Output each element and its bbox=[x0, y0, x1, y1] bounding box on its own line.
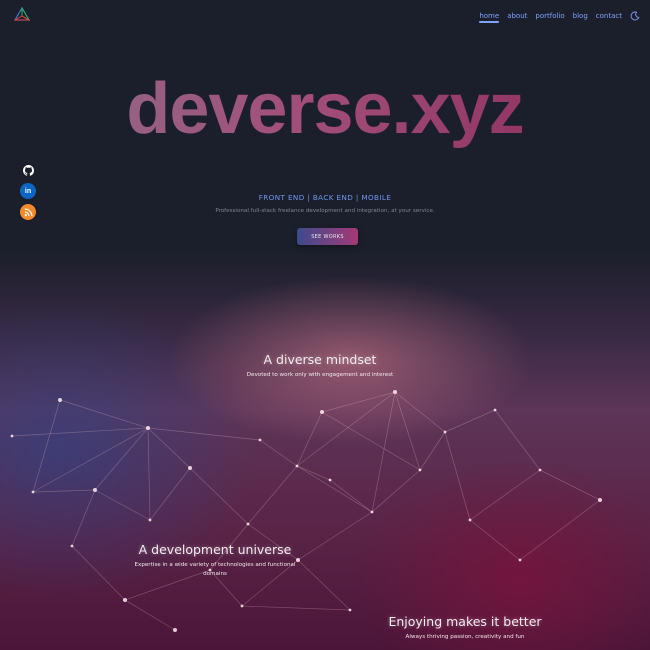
network-node bbox=[31, 490, 35, 494]
network-node bbox=[468, 518, 472, 522]
network-link bbox=[124, 599, 176, 631]
network-link bbox=[419, 431, 446, 471]
network-link bbox=[519, 499, 601, 561]
services-line: FRONT END | BACK END | MOBILE bbox=[258, 193, 392, 202]
nav-about[interactable]: about bbox=[507, 12, 527, 20]
triangle-logo-icon[interactable] bbox=[14, 7, 30, 21]
network-link bbox=[247, 465, 298, 525]
github-mark bbox=[22, 164, 34, 176]
nav-blog[interactable]: blog bbox=[573, 12, 588, 20]
network-link bbox=[296, 411, 323, 467]
nav-portfolio[interactable]: portfolio bbox=[535, 12, 564, 20]
network-node bbox=[123, 598, 127, 602]
network-link bbox=[371, 391, 396, 513]
network-node bbox=[418, 468, 422, 472]
network-link bbox=[394, 391, 421, 471]
network-link bbox=[71, 545, 126, 601]
network-node bbox=[188, 466, 192, 470]
network-link bbox=[444, 409, 496, 433]
feature-title: A diverse mindset bbox=[263, 352, 377, 367]
nav-home[interactable]: home bbox=[479, 12, 499, 23]
feature-title: A development universe bbox=[138, 542, 292, 557]
network-link bbox=[494, 409, 541, 471]
network-node bbox=[146, 426, 150, 430]
network-node bbox=[598, 498, 602, 502]
network-node bbox=[493, 408, 497, 412]
network-link bbox=[469, 469, 541, 521]
network-node bbox=[58, 398, 62, 402]
network-link bbox=[297, 559, 351, 611]
network-node bbox=[443, 430, 447, 434]
network-link bbox=[149, 467, 191, 521]
network-link bbox=[94, 427, 149, 491]
network-link bbox=[296, 465, 331, 481]
network-link bbox=[296, 391, 396, 467]
network-node bbox=[246, 522, 250, 526]
network-link bbox=[321, 391, 396, 413]
network-link bbox=[32, 427, 149, 493]
network-link bbox=[297, 511, 373, 561]
network-node bbox=[393, 390, 397, 394]
feature-text: Devoted to work only with engagement and… bbox=[246, 372, 394, 378]
network-node bbox=[148, 518, 152, 522]
network-link bbox=[32, 399, 61, 493]
network-node bbox=[518, 558, 522, 562]
network-node bbox=[348, 608, 352, 612]
network-link bbox=[469, 519, 521, 561]
network-link bbox=[394, 391, 446, 433]
network-link bbox=[147, 427, 151, 521]
network-link bbox=[71, 489, 96, 547]
network-node bbox=[538, 468, 542, 472]
network-node bbox=[258, 438, 262, 442]
network-link bbox=[59, 399, 149, 429]
network-node bbox=[240, 604, 244, 608]
network-node bbox=[328, 478, 332, 482]
network-link bbox=[259, 439, 298, 467]
nav-contact[interactable]: contact bbox=[596, 12, 622, 20]
network-link bbox=[444, 431, 471, 521]
network-link bbox=[329, 479, 373, 513]
network-link bbox=[147, 427, 261, 441]
brand-title: deverse.xyz bbox=[0, 68, 650, 150]
network-link bbox=[321, 411, 421, 471]
network-node bbox=[370, 510, 374, 514]
main-nav: home about portfolio blog contact bbox=[479, 11, 640, 23]
feature-development-universe: A development universe Expertise in a wi… bbox=[125, 542, 305, 579]
network-link bbox=[189, 467, 249, 525]
feature-text: Always thriving passion, creativity and … bbox=[405, 634, 525, 640]
network-link bbox=[94, 489, 151, 521]
network-link bbox=[11, 427, 149, 437]
network-link bbox=[539, 469, 601, 501]
feature-diverse-mindset: A diverse mindset Devoted to work only w… bbox=[245, 352, 395, 380]
network-node bbox=[93, 488, 97, 492]
network-link bbox=[147, 427, 191, 469]
network-link bbox=[296, 465, 373, 513]
hero-tagline: Professional full-stack freelance develo… bbox=[215, 208, 435, 214]
see-works-button[interactable]: SEE WORKS bbox=[297, 228, 358, 245]
network-link bbox=[371, 469, 421, 513]
network-link bbox=[241, 605, 351, 611]
feature-title: Enjoying makes it better bbox=[388, 614, 542, 629]
network-node bbox=[173, 628, 177, 632]
moon-toggle-icon[interactable] bbox=[630, 11, 640, 21]
feature-text: Expertise in a wide variety of technolog… bbox=[134, 562, 296, 577]
network-node bbox=[70, 544, 74, 548]
network-node bbox=[320, 410, 324, 414]
network-node bbox=[295, 464, 299, 468]
github-icon[interactable] bbox=[20, 162, 36, 178]
network-node bbox=[10, 434, 14, 438]
network-link bbox=[32, 489, 96, 493]
feature-enjoying: Enjoying makes it better Always thriving… bbox=[380, 614, 550, 642]
